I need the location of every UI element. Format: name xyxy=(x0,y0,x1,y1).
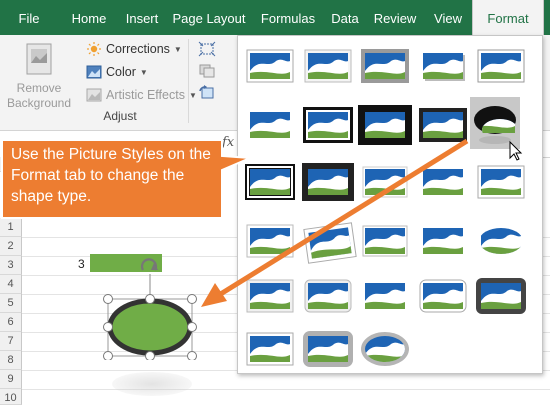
reset-picture-icon[interactable] xyxy=(198,85,216,101)
tab-review[interactable]: Review xyxy=(370,0,420,35)
picture-style-simple-frame-shadow[interactable] xyxy=(246,332,294,366)
rotate-handle-icon[interactable] xyxy=(140,258,158,271)
sun-icon xyxy=(86,42,102,56)
row-header[interactable]: 1 xyxy=(0,218,22,237)
remove-background-label-1: Remove xyxy=(16,81,62,95)
picture-style-drop-shadow-rectangle[interactable] xyxy=(423,53,465,81)
tab-file[interactable]: File xyxy=(8,0,50,35)
change-picture-icon[interactable] xyxy=(198,63,216,79)
row-header[interactable]: 7 xyxy=(0,332,22,351)
shape-reflection xyxy=(112,372,192,396)
corrections-button[interactable]: Corrections ▼ xyxy=(86,39,182,59)
tab-insert[interactable]: Insert xyxy=(120,0,164,35)
row-header[interactable]: 10 xyxy=(0,389,22,405)
picture-style-beveled-matte[interactable] xyxy=(304,49,352,83)
tab-data[interactable]: Data xyxy=(326,0,364,35)
color-button[interactable]: Color ▼ xyxy=(86,62,148,82)
color-label: Color xyxy=(106,65,136,79)
row-header[interactable]: 8 xyxy=(0,351,22,370)
compress-pictures-icon[interactable] xyxy=(198,41,216,57)
picture-style-simple-frame-white[interactable] xyxy=(246,49,294,83)
chevron-down-icon: ▼ xyxy=(188,90,197,100)
corrections-label: Corrections xyxy=(106,42,170,56)
row-header[interactable]: 3 xyxy=(0,256,22,275)
row-header[interactable]: 4 xyxy=(0,275,22,294)
picture-style-metal-frame[interactable] xyxy=(361,49,409,83)
artistic-effects-icon xyxy=(86,88,102,102)
ribbon-tab-bar: File Home Insert Page Layout Formulas Da… xyxy=(0,0,550,35)
cell-value[interactable]: 3 xyxy=(78,257,85,271)
row-header[interactable]: 2 xyxy=(0,237,22,256)
adjust-group-label: Adjust xyxy=(103,109,137,123)
callout-arrow xyxy=(201,138,469,307)
tab-home[interactable]: Home xyxy=(66,0,112,35)
selected-ellipse-shape[interactable] xyxy=(100,256,200,360)
picture-style-reflected-rounded[interactable] xyxy=(477,49,525,83)
tab-formulas[interactable]: Formulas xyxy=(256,0,320,35)
chevron-down-icon: ▼ xyxy=(173,44,182,54)
tab-view[interactable]: View xyxy=(428,0,468,35)
row-header[interactable]: 6 xyxy=(0,313,22,332)
tab-page-layout[interactable]: Page Layout xyxy=(170,0,248,35)
artistic-effects-button[interactable]: Artistic Effects ▼ xyxy=(86,85,197,105)
row-header[interactable]: 5 xyxy=(0,294,22,313)
callout-text: Use the Picture Styles on the Format tab… xyxy=(11,146,211,205)
chevron-down-icon: ▼ xyxy=(139,67,148,77)
picture-style-metal-frame-rounded[interactable] xyxy=(303,331,353,367)
row-header[interactable]: 9 xyxy=(0,370,22,389)
picture-style-metal-oval[interactable] xyxy=(361,332,409,366)
artistic-effects-label: Artistic Effects xyxy=(106,88,185,102)
color-icon xyxy=(86,65,102,79)
remove-background-button[interactable]: Remove Background xyxy=(4,41,74,111)
tab-format[interactable]: Format xyxy=(472,0,544,35)
group-separator xyxy=(188,39,189,123)
remove-background-label-2: Background xyxy=(6,96,72,110)
remove-background-icon xyxy=(24,41,54,77)
picture-style-soft-edge-oval[interactable] xyxy=(481,228,521,254)
grid-line xyxy=(22,389,550,390)
